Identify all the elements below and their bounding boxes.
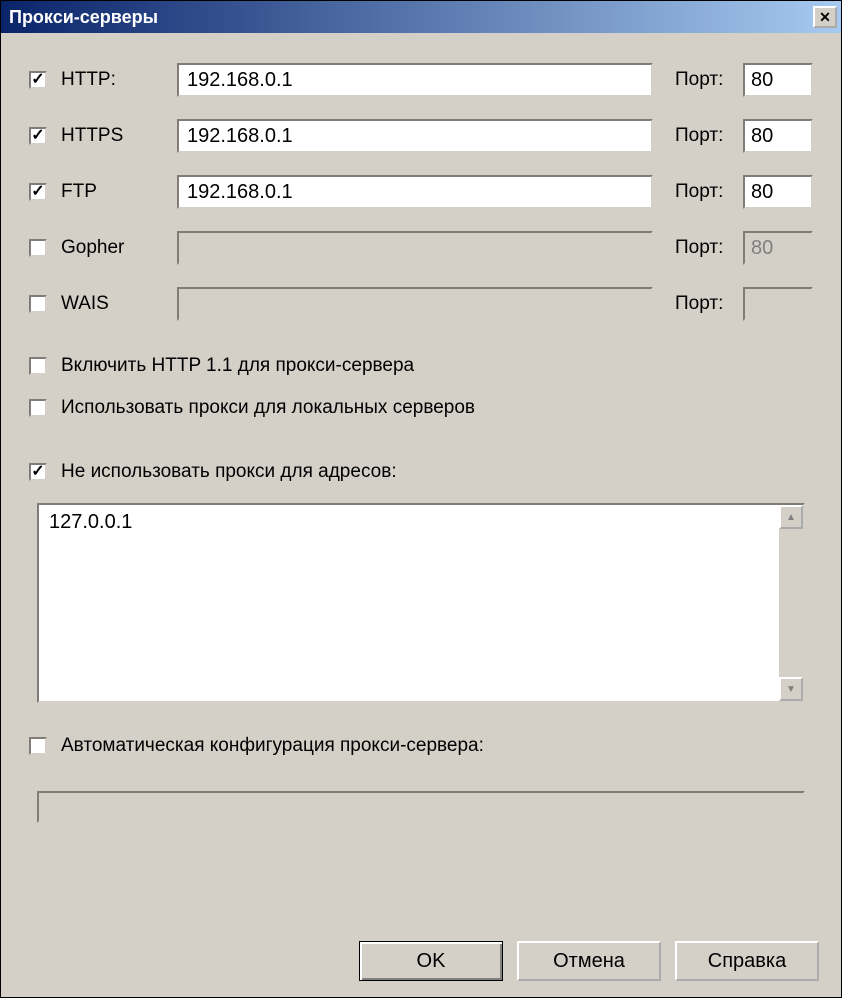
ftp-port-label: Порт:: [675, 181, 743, 203]
uselocal-label: Использовать прокси для локальных сервер…: [61, 397, 475, 419]
window-title: Прокси-серверы: [9, 7, 158, 28]
option-row-autoconfig: Автоматическая конфигурация прокси-серве…: [29, 735, 813, 757]
button-bar: OK Отмена Справка: [359, 941, 819, 981]
ftp-port-input[interactable]: [743, 175, 813, 209]
wais-address-input: [177, 287, 653, 321]
https-port-input[interactable]: [743, 119, 813, 153]
autoconfig-label: Автоматическая конфигурация прокси-серве…: [61, 735, 484, 757]
option-row-http11: Включить HTTP 1.1 для прокси-сервера: [29, 355, 813, 377]
autoconfig-checkbox[interactable]: [29, 737, 47, 755]
noproxy-checkbox[interactable]: [29, 463, 47, 481]
noproxy-textarea-wrap: ▲ ▼: [37, 503, 805, 703]
scroll-down-icon[interactable]: ▼: [779, 677, 803, 701]
cancel-button[interactable]: Отмена: [517, 941, 661, 981]
wais-checkbox[interactable]: [29, 295, 47, 313]
gopher-port-input: [743, 231, 813, 265]
proxy-row-http: HTTP: Порт:: [29, 63, 813, 97]
wais-port-input: [743, 287, 813, 321]
textarea-scrollbar[interactable]: ▲ ▼: [779, 505, 803, 701]
http-label: HTTP:: [61, 69, 177, 91]
https-checkbox[interactable]: [29, 127, 47, 145]
wais-port-label: Порт:: [675, 293, 743, 315]
ftp-label: FTP: [61, 181, 177, 203]
ftp-address-input[interactable]: [177, 175, 653, 209]
proxy-row-wais: WAIS Порт:: [29, 287, 813, 321]
proxy-dialog: Прокси-серверы ✕ HTTP: Порт: HTTPS Порт:…: [0, 0, 842, 998]
content-area: HTTP: Порт: HTTPS Порт: FTP Порт: Gopher…: [1, 33, 841, 823]
scroll-up-icon[interactable]: ▲: [779, 505, 803, 529]
http-port-input[interactable]: [743, 63, 813, 97]
proxy-row-https: HTTPS Порт:: [29, 119, 813, 153]
https-label: HTTPS: [61, 125, 177, 147]
ok-button[interactable]: OK: [359, 941, 503, 981]
option-row-uselocal: Использовать прокси для локальных сервер…: [29, 397, 813, 419]
http-checkbox[interactable]: [29, 71, 47, 89]
noproxy-textarea[interactable]: [39, 505, 779, 701]
gopher-label: Gopher: [61, 237, 177, 259]
close-button[interactable]: ✕: [813, 6, 837, 28]
https-address-input[interactable]: [177, 119, 653, 153]
help-button[interactable]: Справка: [675, 941, 819, 981]
noproxy-label: Не использовать прокси для адресов:: [61, 461, 397, 483]
http-port-label: Порт:: [675, 69, 743, 91]
gopher-port-label: Порт:: [675, 237, 743, 259]
titlebar: Прокси-серверы ✕: [1, 1, 841, 33]
https-port-label: Порт:: [675, 125, 743, 147]
uselocal-checkbox[interactable]: [29, 399, 47, 417]
http11-label: Включить HTTP 1.1 для прокси-сервера: [61, 355, 414, 377]
wais-label: WAIS: [61, 293, 177, 315]
proxy-row-ftp: FTP Порт:: [29, 175, 813, 209]
proxy-row-gopher: Gopher Порт:: [29, 231, 813, 265]
http-address-input[interactable]: [177, 63, 653, 97]
http11-checkbox[interactable]: [29, 357, 47, 375]
option-row-noproxy: Не использовать прокси для адресов:: [29, 461, 813, 483]
gopher-address-input: [177, 231, 653, 265]
gopher-checkbox[interactable]: [29, 239, 47, 257]
ftp-checkbox[interactable]: [29, 183, 47, 201]
autoconfig-url-input: [37, 791, 805, 823]
